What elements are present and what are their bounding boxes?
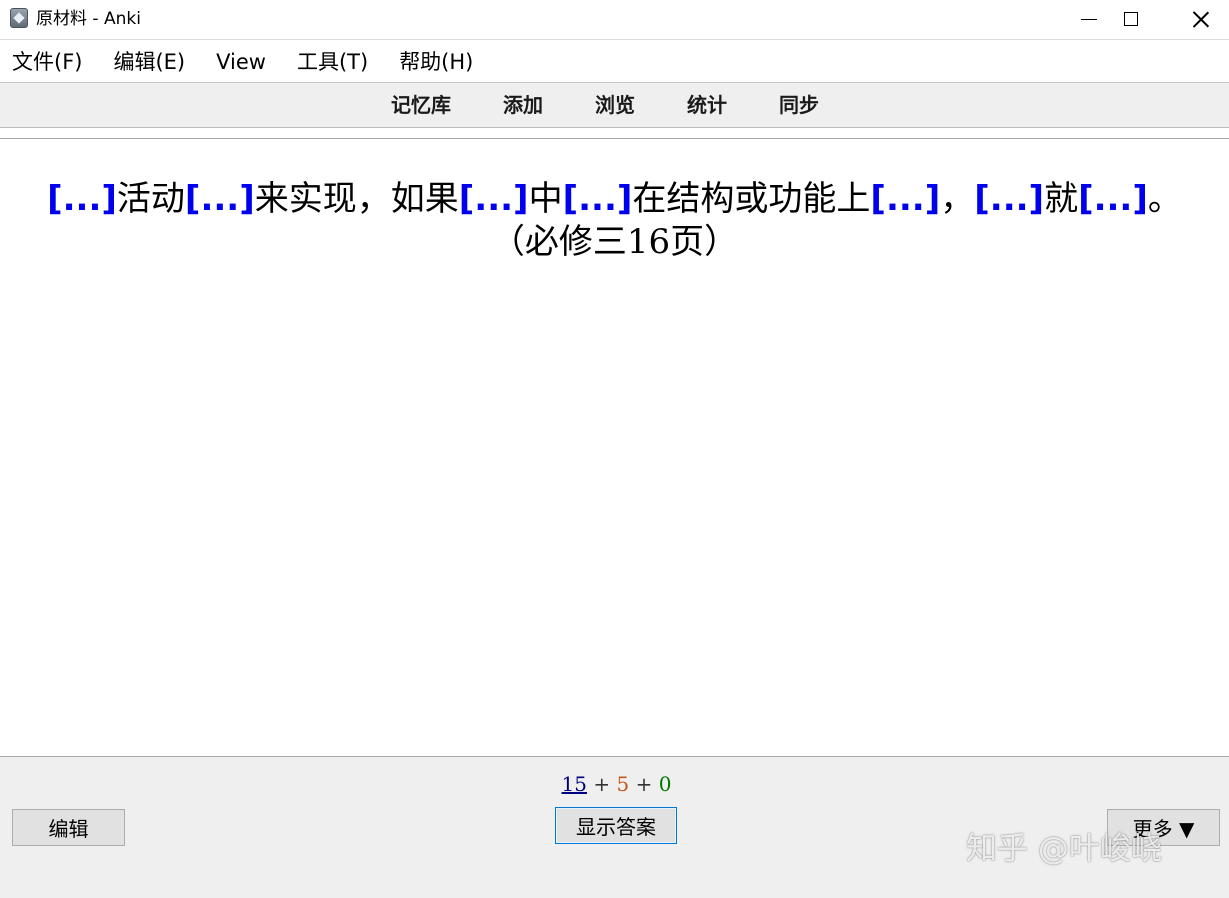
menu-tools[interactable]: 工具(T) bbox=[297, 42, 368, 82]
close-button[interactable] bbox=[1166, 0, 1229, 38]
toolbar-add[interactable]: 添加 bbox=[503, 83, 543, 127]
question-text: 在结构或功能上 bbox=[632, 179, 871, 219]
question-text: 活动 bbox=[116, 179, 185, 219]
question-text: 。 bbox=[1147, 179, 1182, 219]
minimize-icon bbox=[1081, 18, 1097, 20]
card-question: [...]活动[...]来实现，如果[...]中[...]在结构或功能上[...… bbox=[0, 178, 1229, 264]
anki-app-icon bbox=[10, 8, 28, 28]
count-separator: + bbox=[635, 772, 653, 796]
review-card: [...]活动[...]来实现，如果[...]中[...]在结构或功能上[...… bbox=[0, 140, 1229, 756]
learning-count: 5 bbox=[616, 772, 630, 796]
cloze-deletion: [...] bbox=[47, 179, 117, 219]
cloze-deletion: [...] bbox=[562, 179, 633, 219]
cloze-deletion: [...] bbox=[974, 179, 1045, 219]
card-source-note: （必修三16页） bbox=[490, 222, 739, 262]
toolbar-divider bbox=[0, 138, 1229, 139]
edit-button[interactable]: 编辑 bbox=[12, 809, 125, 846]
toolbar-sync[interactable]: 同步 bbox=[779, 83, 819, 127]
count-separator: + bbox=[593, 772, 611, 796]
window-title: 原材料 - Anki bbox=[36, 9, 141, 29]
toolbar-browse[interactable]: 浏览 bbox=[595, 83, 635, 127]
main-toolbar: 记忆库 添加 浏览 统计 同步 bbox=[0, 82, 1229, 128]
new-count: 15 bbox=[561, 772, 587, 796]
title-bar: 原材料 - Anki bbox=[0, 0, 1229, 40]
toolbar-decks[interactable]: 记忆库 bbox=[391, 83, 451, 127]
menu-view[interactable]: View bbox=[216, 42, 266, 82]
show-answer-button[interactable]: 显示答案 bbox=[555, 807, 677, 844]
question-text: ， bbox=[940, 179, 975, 219]
question-text: 就 bbox=[1044, 179, 1079, 219]
menu-help[interactable]: 帮助(H) bbox=[399, 42, 473, 82]
cloze-deletion: [...] bbox=[458, 179, 529, 219]
maximize-button[interactable] bbox=[1096, 0, 1166, 38]
question-text: 来实现，如果 bbox=[254, 179, 459, 219]
review-bottom-bar: 15 + 5 + 0 编辑 显示答案 更多 ▼ 知乎 @叶峻峣 bbox=[0, 756, 1229, 898]
review-count: 0 bbox=[658, 772, 672, 796]
menu-bar: 文件(F) 编辑(E) View 工具(T) 帮助(H) bbox=[0, 41, 1229, 82]
card-question-line: [...]活动[...]来实现，如果[...]中[...]在结构或功能上[...… bbox=[0, 178, 1229, 221]
due-counts: 15 + 5 + 0 bbox=[0, 771, 1229, 797]
cloze-deletion: [...] bbox=[184, 179, 255, 219]
close-icon bbox=[1192, 10, 1210, 28]
menu-file[interactable]: 文件(F) bbox=[12, 42, 82, 82]
more-button[interactable]: 更多 ▼ bbox=[1107, 809, 1220, 846]
question-text: 中 bbox=[528, 179, 563, 219]
cloze-deletion: [...] bbox=[870, 179, 941, 219]
cloze-deletion: [...] bbox=[1078, 179, 1148, 219]
maximize-icon bbox=[1124, 12, 1138, 26]
toolbar-stats[interactable]: 统计 bbox=[687, 83, 727, 127]
menu-edit[interactable]: 编辑(E) bbox=[113, 42, 185, 82]
